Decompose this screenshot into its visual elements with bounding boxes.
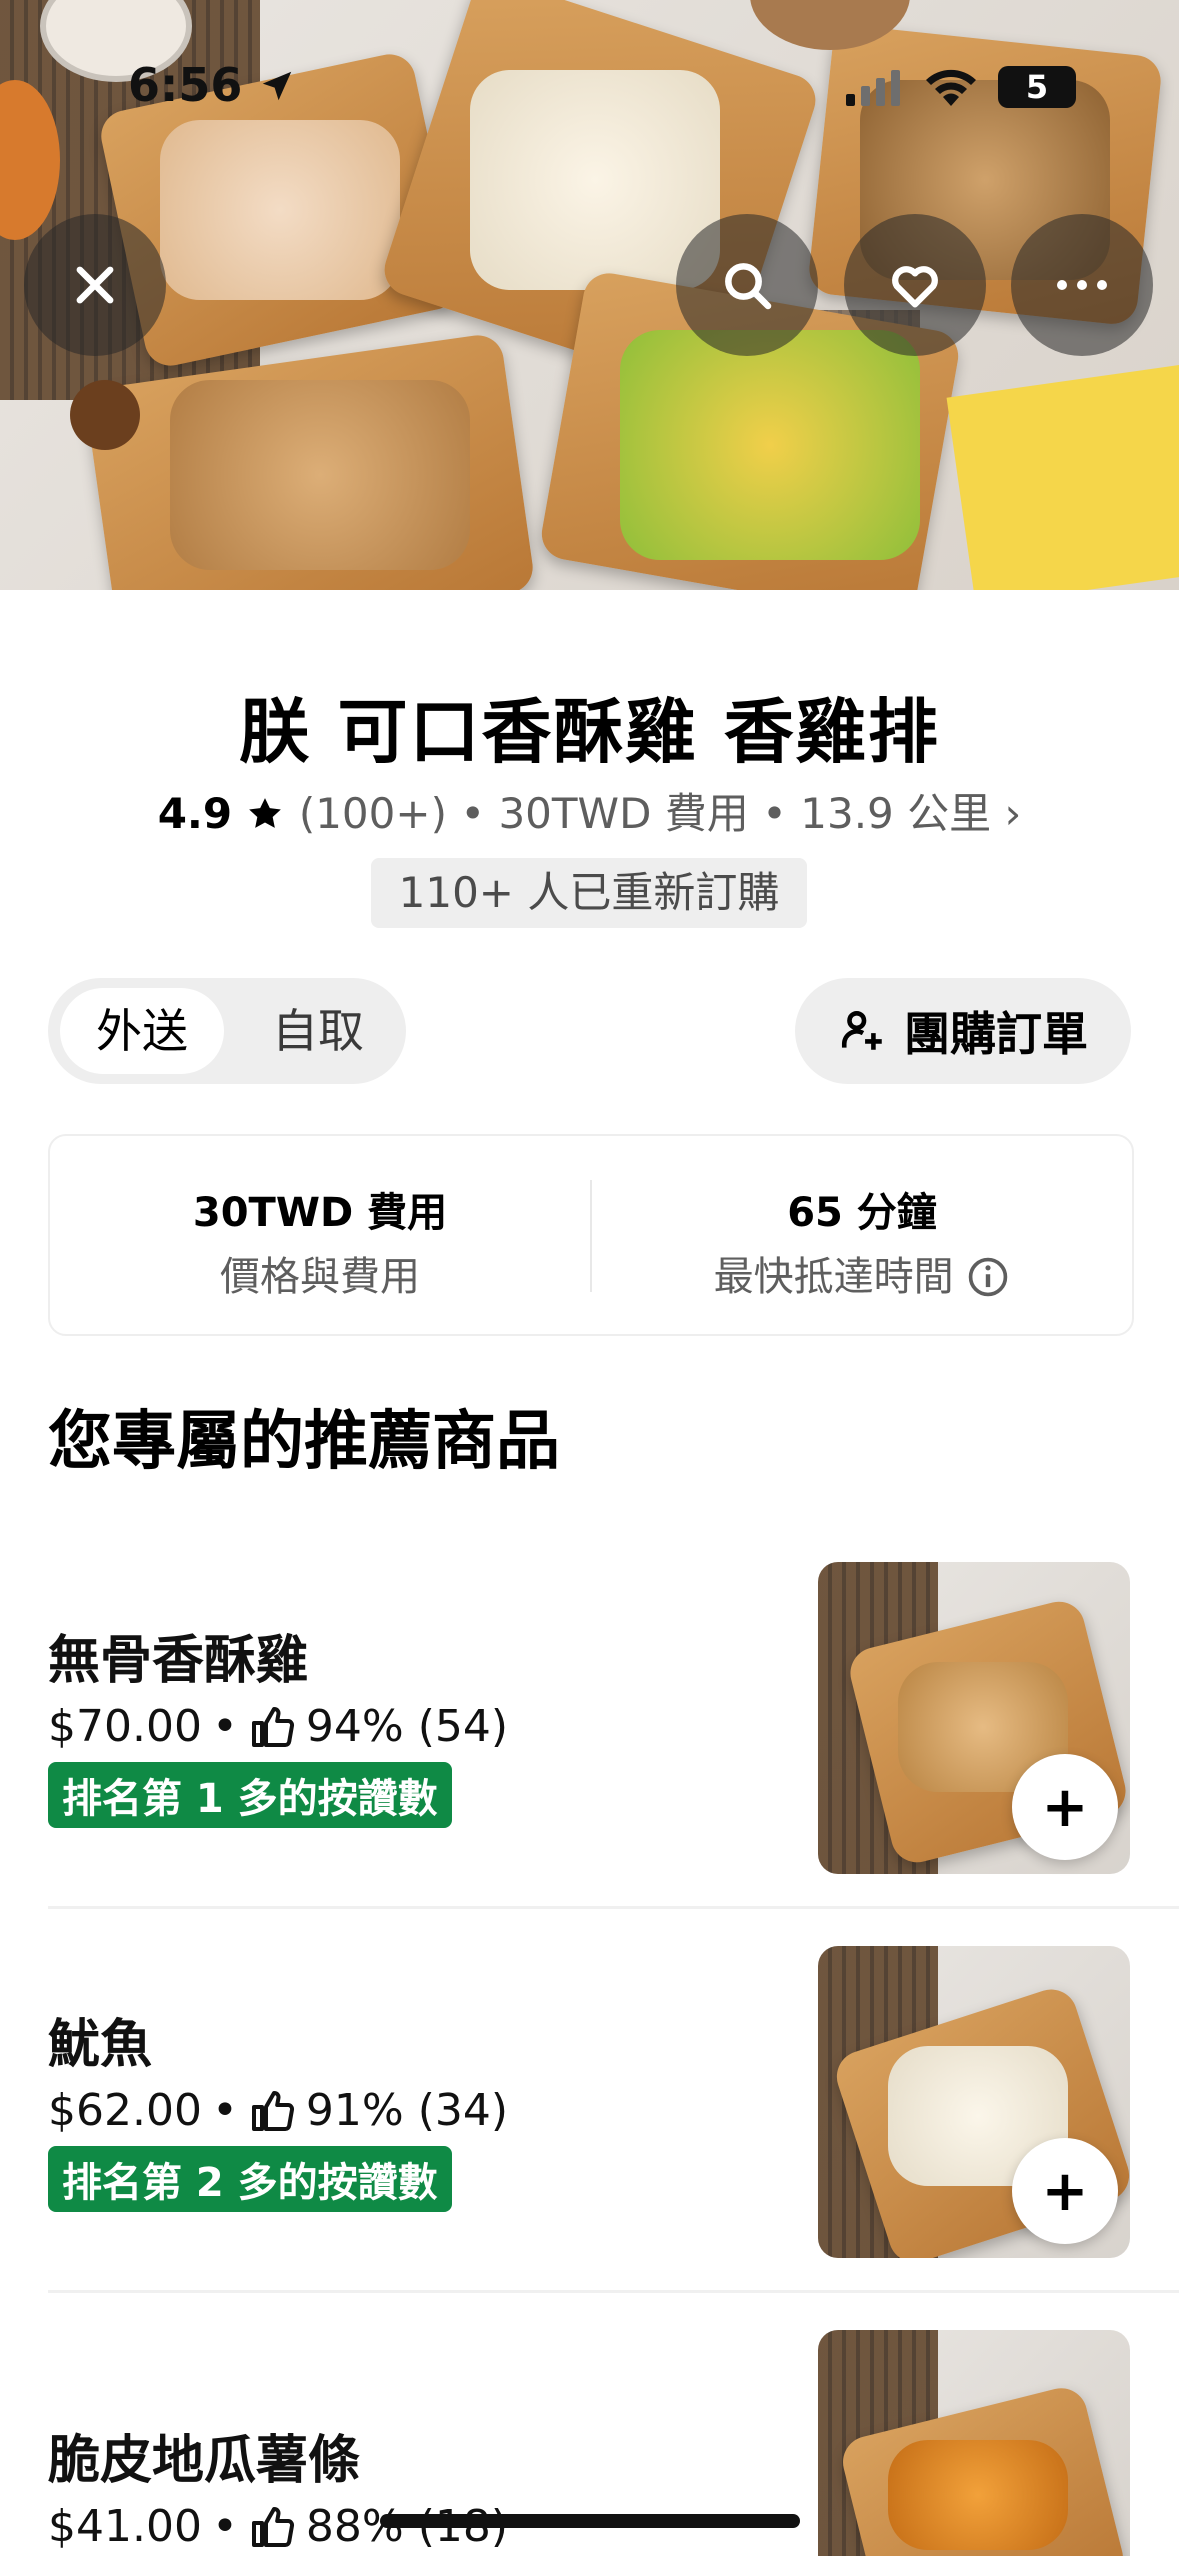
reorder-badge: 110+ 人已重新訂購 bbox=[371, 858, 807, 928]
thumbs-up-icon bbox=[251, 1706, 294, 1747]
home-indicator[interactable] bbox=[380, 2514, 800, 2528]
group-order-label: 團購訂單 bbox=[904, 1007, 1088, 1061]
chevron-right-icon: › bbox=[1004, 789, 1022, 838]
heart-icon bbox=[892, 266, 938, 308]
fried-chicken bbox=[170, 380, 470, 570]
ranking-badge: 排名第 2 多的按讚數 bbox=[48, 2146, 452, 2212]
item-price: $62.00 bbox=[48, 2085, 202, 2136]
item-like: 94% (54) bbox=[305, 1701, 509, 1752]
add-item-button[interactable]: + bbox=[1012, 2138, 1118, 2244]
tab-pickup[interactable]: 自取 bbox=[238, 988, 398, 1074]
info-icon[interactable] bbox=[966, 1255, 1010, 1299]
rating-value: 4.9 bbox=[157, 789, 233, 838]
pinecone bbox=[70, 380, 140, 450]
location-arrow-icon bbox=[263, 71, 292, 101]
thumbs-up-icon bbox=[251, 2506, 294, 2547]
favorite-button[interactable] bbox=[844, 214, 986, 356]
search-button[interactable] bbox=[676, 214, 818, 356]
more-options-button[interactable] bbox=[1011, 214, 1153, 356]
item-image[interactable] bbox=[818, 2330, 1130, 2556]
section-title: 您專屬的推薦商品 bbox=[48, 1405, 560, 1479]
delivery-info-card: 30TWD 費用 價格與費用 65 分鐘 最快抵達時間 bbox=[48, 1134, 1134, 1336]
restaurant-name: 朕 可口香酥雞 香雞排 bbox=[239, 691, 940, 773]
status-time: 6:56 bbox=[128, 58, 296, 112]
plus-icon: + bbox=[1041, 1774, 1089, 1840]
item-like: 91% (34) bbox=[305, 2085, 509, 2136]
divider bbox=[48, 1906, 1179, 1909]
item-price: $41.00 bbox=[48, 2501, 202, 2552]
corn-and-peppers bbox=[620, 330, 920, 560]
group-order-button[interactable]: 團購訂單 bbox=[795, 978, 1131, 1084]
delivery-fee: 30TWD 費用 bbox=[498, 789, 749, 838]
fee-main: 30TWD 費用 bbox=[192, 1190, 448, 1236]
cellular-signal-icon bbox=[846, 70, 900, 106]
eta-info[interactable]: 65 分鐘 最快抵達時間 bbox=[592, 1180, 1132, 1302]
eta-sub: 最快抵達時間 bbox=[592, 1244, 1132, 1302]
distance: 13.9 公里 bbox=[800, 789, 992, 838]
plus-icon: + bbox=[1041, 2158, 1089, 2224]
close-button[interactable] bbox=[24, 214, 166, 356]
thumbs-up-icon bbox=[251, 2090, 294, 2131]
add-item-button[interactable]: + bbox=[1012, 1754, 1118, 1860]
delivery-mode-toggle: 外送 自取 bbox=[48, 978, 406, 1084]
ranking-badge: 排名第 1 多的按讚數 bbox=[48, 1762, 452, 1828]
wifi-icon bbox=[926, 69, 976, 106]
divider bbox=[48, 2290, 1179, 2293]
restaurant-meta[interactable]: 4.9 (100+) • 30TWD 費用 • 13.9 公里 › bbox=[0, 780, 1179, 841]
battery-indicator: 5 bbox=[998, 66, 1076, 108]
search-icon bbox=[725, 263, 772, 310]
rating-count: (100+) bbox=[298, 789, 447, 838]
fee-info[interactable]: 30TWD 費用 價格與費用 bbox=[50, 1180, 590, 1302]
tab-delivery[interactable]: 外送 bbox=[60, 988, 224, 1074]
brand-box bbox=[946, 364, 1179, 590]
more-icon bbox=[1057, 280, 1107, 290]
close-icon bbox=[76, 266, 114, 304]
eta-main: 65 分鐘 bbox=[787, 1190, 937, 1236]
fee-sub: 價格與費用 bbox=[220, 1254, 420, 1300]
squid-rings bbox=[160, 120, 400, 300]
star-icon bbox=[249, 798, 282, 828]
item-price: $70.00 bbox=[48, 1701, 202, 1752]
add-person-icon bbox=[841, 1011, 882, 1050]
